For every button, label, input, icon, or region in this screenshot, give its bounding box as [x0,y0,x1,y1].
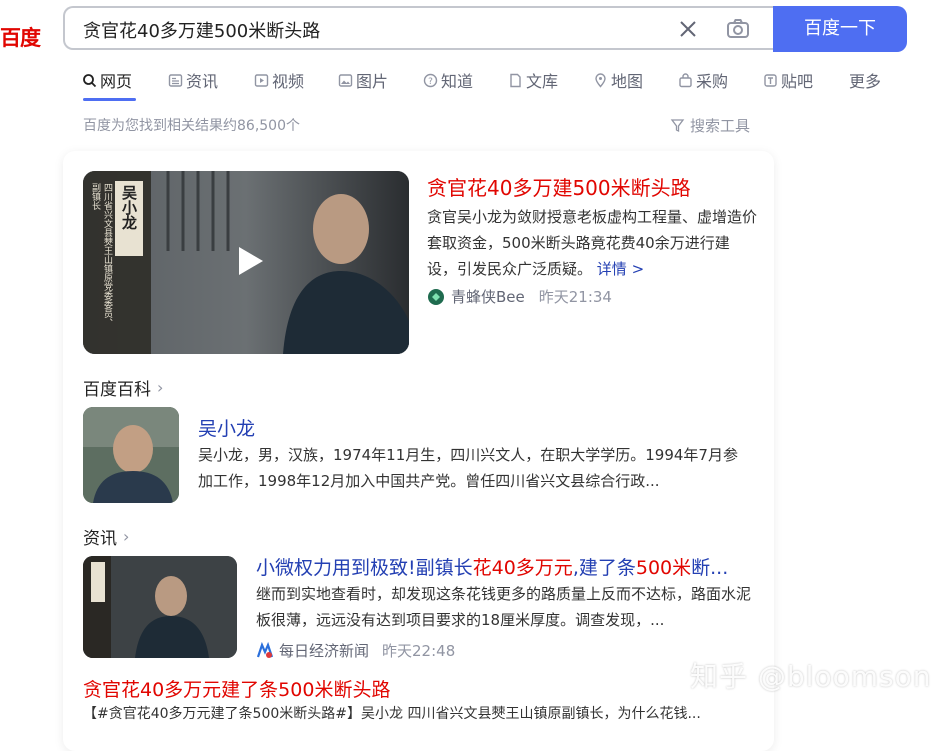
zhihu-watermark: 知乎 @bloomson [690,660,932,693]
baike-section-header[interactable]: 百度百科 › [83,375,163,400]
news-title-part: 小微权力用到极致!副镇长 [256,557,473,579]
news-thumbnail-image [83,556,237,658]
tab-image[interactable]: 图片 [338,68,388,92]
question-icon: ? [423,73,438,87]
tab-caigou[interactable]: 采购 [678,68,728,92]
person-photo-image [83,407,179,503]
tab-tieba[interactable]: 贴吧 [763,68,813,92]
source-name[interactable]: 青蜂侠Bee [451,286,525,307]
tab-label: 更多 [849,72,882,91]
tab-label: 采购 [696,72,729,91]
video-icon [254,73,269,87]
result2-title[interactable]: 贪官花40多万元建了条500米断头路 [83,675,390,702]
result-description-text: 贪官吴小龙为敛财授意老板虚构工程量、虚增造价套取资金，500米断头路竟花费40余… [427,208,758,278]
baike-title[interactable]: 吴小龙 [198,414,255,441]
news-title-highlight: 500米 [635,557,692,579]
tab-web[interactable]: 网页 [82,68,132,92]
news-icon [168,73,183,87]
bag-icon [679,72,692,87]
result-count: 百度为您找到相关结果约86,500个 [83,118,300,134]
tab-map[interactable]: 地图 [593,68,643,92]
baidu-logo[interactable]: 百度 [0,22,48,50]
news-title-part: ,建了条 [572,557,636,579]
news-source-time: 昨天22:48 [382,642,456,660]
nbd-logo-icon [256,641,274,658]
source-time: 昨天21:34 [538,288,612,306]
tab-label: 资讯 [186,72,219,91]
tab-zhidao[interactable]: ? 知道 [423,68,473,92]
tab-label: 文库 [526,72,559,91]
search-query-text: 贪官花40多万建500米断头路 [83,21,321,42]
tab-news[interactable]: 资讯 [168,68,218,92]
result-title[interactable]: 贪官花40多万建500米断头路 [427,172,691,201]
more-details-link[interactable]: 详情 > [597,260,644,278]
result2-snippet: 【#贪官花40多万元建了条500米断头路#】吴小龙 四川省兴文县僰王山镇原副镇长… [83,706,701,722]
news-section-header[interactable]: 资讯 › [83,524,129,549]
tab-video[interactable]: 视频 [254,68,304,92]
news-title-highlight: 花40多万元 [472,557,573,579]
search-icon [83,73,97,87]
svg-text:?: ? [428,77,433,87]
map-icon [595,72,606,88]
chevron-right-icon: › [157,378,164,397]
image-icon [338,73,353,87]
thumb-caption-role: 四川省兴文县僰王山镇原党委委员、副镇长 [90,183,112,327]
result-description: 贪官吴小龙为敛财授意老板虚构工程量、虚增造价套取资金，500米断头路竟花费40余… [427,204,759,282]
person-photo[interactable] [83,407,179,503]
close-icon[interactable] [677,18,699,40]
search-tools-button[interactable]: 搜索工具 [670,115,750,136]
active-tab-indicator [83,98,136,101]
doc-icon [510,73,521,87]
tab-label: 视频 [272,72,305,91]
chevron-right-icon: › [123,527,130,546]
tab-label: 网页 [100,72,133,91]
tieba-icon [764,73,777,87]
camera-icon[interactable] [725,16,751,42]
news-description: 继而到实地查看时，却发现这条花钱更多的路质量上反而不达标，路面水泥板很薄，远远没… [256,585,752,629]
tab-more[interactable]: 更多 [849,68,881,92]
search-tools-label: 搜索工具 [690,117,751,135]
news-source: 每日经济新闻 昨天22:48 [256,640,455,661]
news-title[interactable]: 小微权力用到极致!副镇长花40多万元,建了条500米断... [256,553,728,580]
news-source-name[interactable]: 每日经济新闻 [279,640,369,661]
filter-icon [670,119,685,133]
baike-section-label: 百度百科 [83,380,151,400]
tab-label: 知道 [441,72,474,91]
tab-wenku[interactable]: 文库 [508,68,558,92]
tab-label: 图片 [356,72,389,91]
source-logo-icon [428,288,444,305]
result-source: 青蜂侠Bee 昨天21:34 [427,286,612,307]
thumb-caption-name: 吴小龙 [120,185,138,230]
news-section-label: 资讯 [83,529,117,549]
tab-label: 地图 [611,72,644,91]
news-thumbnail[interactable] [83,556,237,658]
tab-label: 贴吧 [781,72,814,91]
news-title-part: 断... [691,557,729,579]
baike-description: 吴小龙，男，汉族，1974年11月生，四川兴文人，在职大学学历。1994年7月参… [198,446,738,490]
search-button[interactable]: 百度一下 [773,6,907,52]
play-icon[interactable] [233,244,267,278]
search-input[interactable]: 贪官花40多万建500米断头路 [63,6,773,50]
